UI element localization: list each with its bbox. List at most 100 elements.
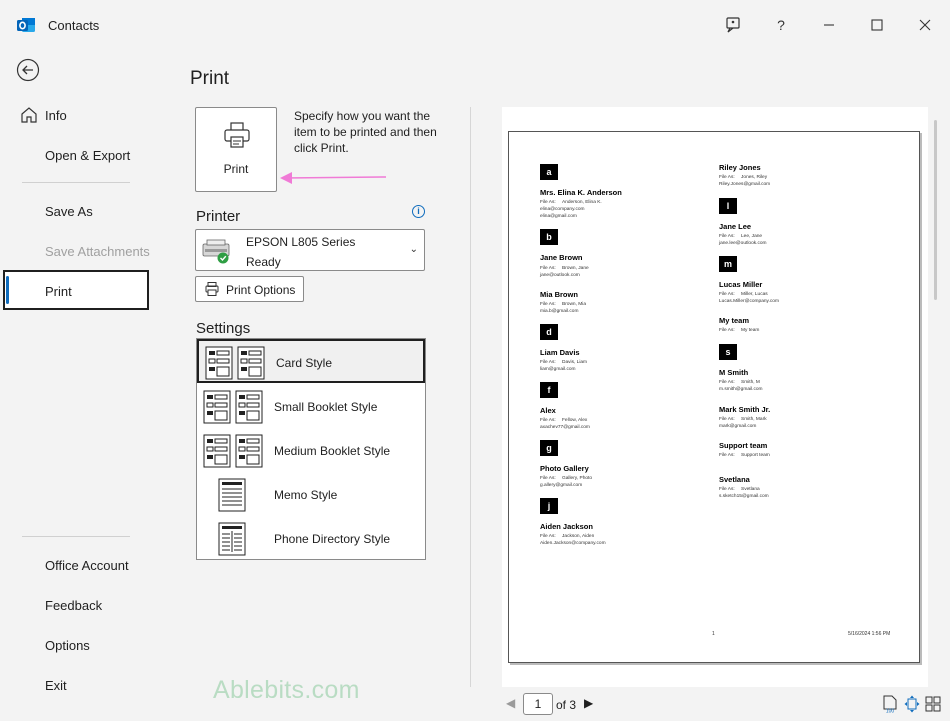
home-icon xyxy=(21,107,37,123)
print-description: Specify how you want the item to be prin… xyxy=(294,109,437,155)
letter-header: s xyxy=(719,344,737,360)
contact-name: Jane Lee xyxy=(719,222,752,231)
contact-name: Mark Smith Jr. xyxy=(719,405,771,414)
print-button[interactable]: Print xyxy=(195,107,277,192)
contact-email: elina@company.com xyxy=(540,207,585,212)
contact-email: jane.lee@outlook.com xyxy=(719,241,767,246)
selection-indicator xyxy=(6,276,9,304)
style-memo-label: Memo Style xyxy=(274,488,338,502)
contact-file-as: My team xyxy=(741,328,760,333)
contact-file-as: Brown, Jane xyxy=(562,266,589,271)
style-card[interactable]: Card Style xyxy=(197,339,425,383)
contact-email: liam@gmail.com xyxy=(540,367,576,372)
pane-divider xyxy=(470,107,471,687)
contact-file-as-prefix: File As: xyxy=(540,476,556,481)
sidebar-divider xyxy=(22,536,130,537)
contact-file-as: Davis, Liam xyxy=(562,360,588,365)
sidebar-item-options[interactable]: Options xyxy=(45,638,90,653)
contact-file-as: Smith, M xyxy=(741,380,760,385)
contact-file-as: Fellow, Alex xyxy=(562,418,588,423)
printer-icon xyxy=(224,122,250,148)
small-booklet-icon xyxy=(203,390,263,424)
style-card-label: Card Style xyxy=(276,356,333,370)
printer-dropdown[interactable]: EPSON L805 Series Ready ⌄ xyxy=(195,229,425,271)
print-button-label: Print xyxy=(223,162,249,176)
contact-email: s.sketch15@gmail.com xyxy=(719,494,769,499)
settings-heading: Settings xyxy=(196,320,251,337)
chevron-right-icon[interactable]: ▶ xyxy=(584,696,593,710)
sidebar-item-print-label[interactable]: Print xyxy=(45,284,72,299)
contact-email: elina@gmail.com xyxy=(540,214,577,219)
contact-file-as-prefix: File As: xyxy=(540,534,556,539)
printer-info-icon[interactable]: i xyxy=(412,205,425,218)
maximize-icon[interactable] xyxy=(862,10,892,40)
help-icon[interactable]: ? xyxy=(766,10,796,40)
actual-size-icon[interactable]: 100 xyxy=(882,695,898,713)
contact-name: Support team xyxy=(719,441,768,450)
contact-email: Aiden.Jackson@company.com xyxy=(540,541,606,546)
page-number-input[interactable]: 1 xyxy=(523,693,553,715)
feedback-icon[interactable] xyxy=(718,10,748,40)
contact-file-as: Anderson, Elina K. xyxy=(562,200,602,205)
close-icon[interactable] xyxy=(910,10,940,40)
sidebar-item-exit[interactable]: Exit xyxy=(45,678,67,693)
multiple-pages-icon[interactable] xyxy=(925,695,941,713)
contact-name: Svetlana xyxy=(719,475,750,484)
contact-file-as-prefix: File As: xyxy=(719,417,735,422)
contact-email: g.allery@gmail.com xyxy=(540,483,583,488)
letter-header: f xyxy=(540,382,558,398)
sidebar-divider xyxy=(22,182,130,183)
preview-scrollbar[interactable] xyxy=(934,120,937,300)
letter-header: a xyxy=(540,164,558,180)
print-options-button[interactable]: Print Options xyxy=(195,276,304,302)
contact-file-as: Jackson, Aiden xyxy=(562,534,595,539)
contact-name: Lucas Miller xyxy=(719,280,763,289)
letter-header: d xyxy=(540,324,558,340)
contact-file-as-prefix: File As: xyxy=(719,234,735,239)
contact-file-as-prefix: File As: xyxy=(719,453,735,458)
memo-style-icon xyxy=(218,478,246,512)
contact-email: m.smith@gmail.com xyxy=(719,387,763,392)
sidebar-item-save-attachments: Save Attachments xyxy=(45,244,150,259)
contact-name: M Smith xyxy=(719,368,749,377)
contact-email: jane@outlook.com xyxy=(540,273,580,278)
sidebar-item-info[interactable]: Info xyxy=(45,108,67,123)
style-small-booklet[interactable]: Small Booklet Style xyxy=(197,385,425,429)
contact-name: Mia Brown xyxy=(540,290,578,299)
zoom-level: 100 xyxy=(886,709,895,714)
sidebar-item-print[interactable] xyxy=(3,270,149,310)
outlook-app-icon xyxy=(17,18,35,32)
watermark: Ablebits.com xyxy=(213,676,360,704)
contact-name: Photo Gallery xyxy=(540,464,589,473)
contact-file-as-prefix: File As: xyxy=(719,487,735,492)
print-options-label: Print Options xyxy=(226,283,296,297)
sidebar-item-office-account[interactable]: Office Account xyxy=(45,558,129,573)
style-medium-booklet-label: Medium Booklet Style xyxy=(274,444,391,458)
sidebar-item-save-as[interactable]: Save As xyxy=(45,204,93,219)
style-medium-booklet[interactable]: Medium Booklet Style xyxy=(197,429,425,473)
style-memo[interactable]: Memo Style xyxy=(197,473,425,517)
contact-file-as-prefix: File As: xyxy=(719,328,735,333)
contact-file-as-prefix: File As: xyxy=(540,360,556,365)
minimize-icon[interactable] xyxy=(814,10,844,40)
contact-email: Riley.Jones@gmail.com xyxy=(719,182,771,187)
contact-file-as-prefix: File As: xyxy=(540,266,556,271)
medium-booklet-icon xyxy=(203,434,263,468)
contact-email: mark@gmail.com xyxy=(719,424,757,429)
print-date: 5/16/2024 1:56 PM xyxy=(848,631,891,637)
contact-file-as: Gallery, Photo xyxy=(562,476,593,481)
chevron-left-icon[interactable]: ◀ xyxy=(506,696,515,710)
fit-page-icon[interactable] xyxy=(904,695,920,713)
page-count: of 3 xyxy=(556,698,577,712)
contact-file-as: Miller, Lucas xyxy=(741,292,768,297)
letter-header: j xyxy=(540,498,558,514)
contact-name: My team xyxy=(719,316,750,325)
contact-file-as: Brown, Mia xyxy=(562,302,586,307)
sidebar-item-open-export[interactable]: Open & Export xyxy=(45,148,130,163)
style-phone-directory[interactable]: Phone Directory Style xyxy=(197,517,425,561)
back-arrow-icon[interactable] xyxy=(16,58,40,82)
page-number: 1 xyxy=(712,631,715,637)
sidebar-item-feedback[interactable]: Feedback xyxy=(45,598,102,613)
printer-name: EPSON L805 Series xyxy=(246,235,356,249)
title-bar: Contacts ? xyxy=(0,0,950,49)
